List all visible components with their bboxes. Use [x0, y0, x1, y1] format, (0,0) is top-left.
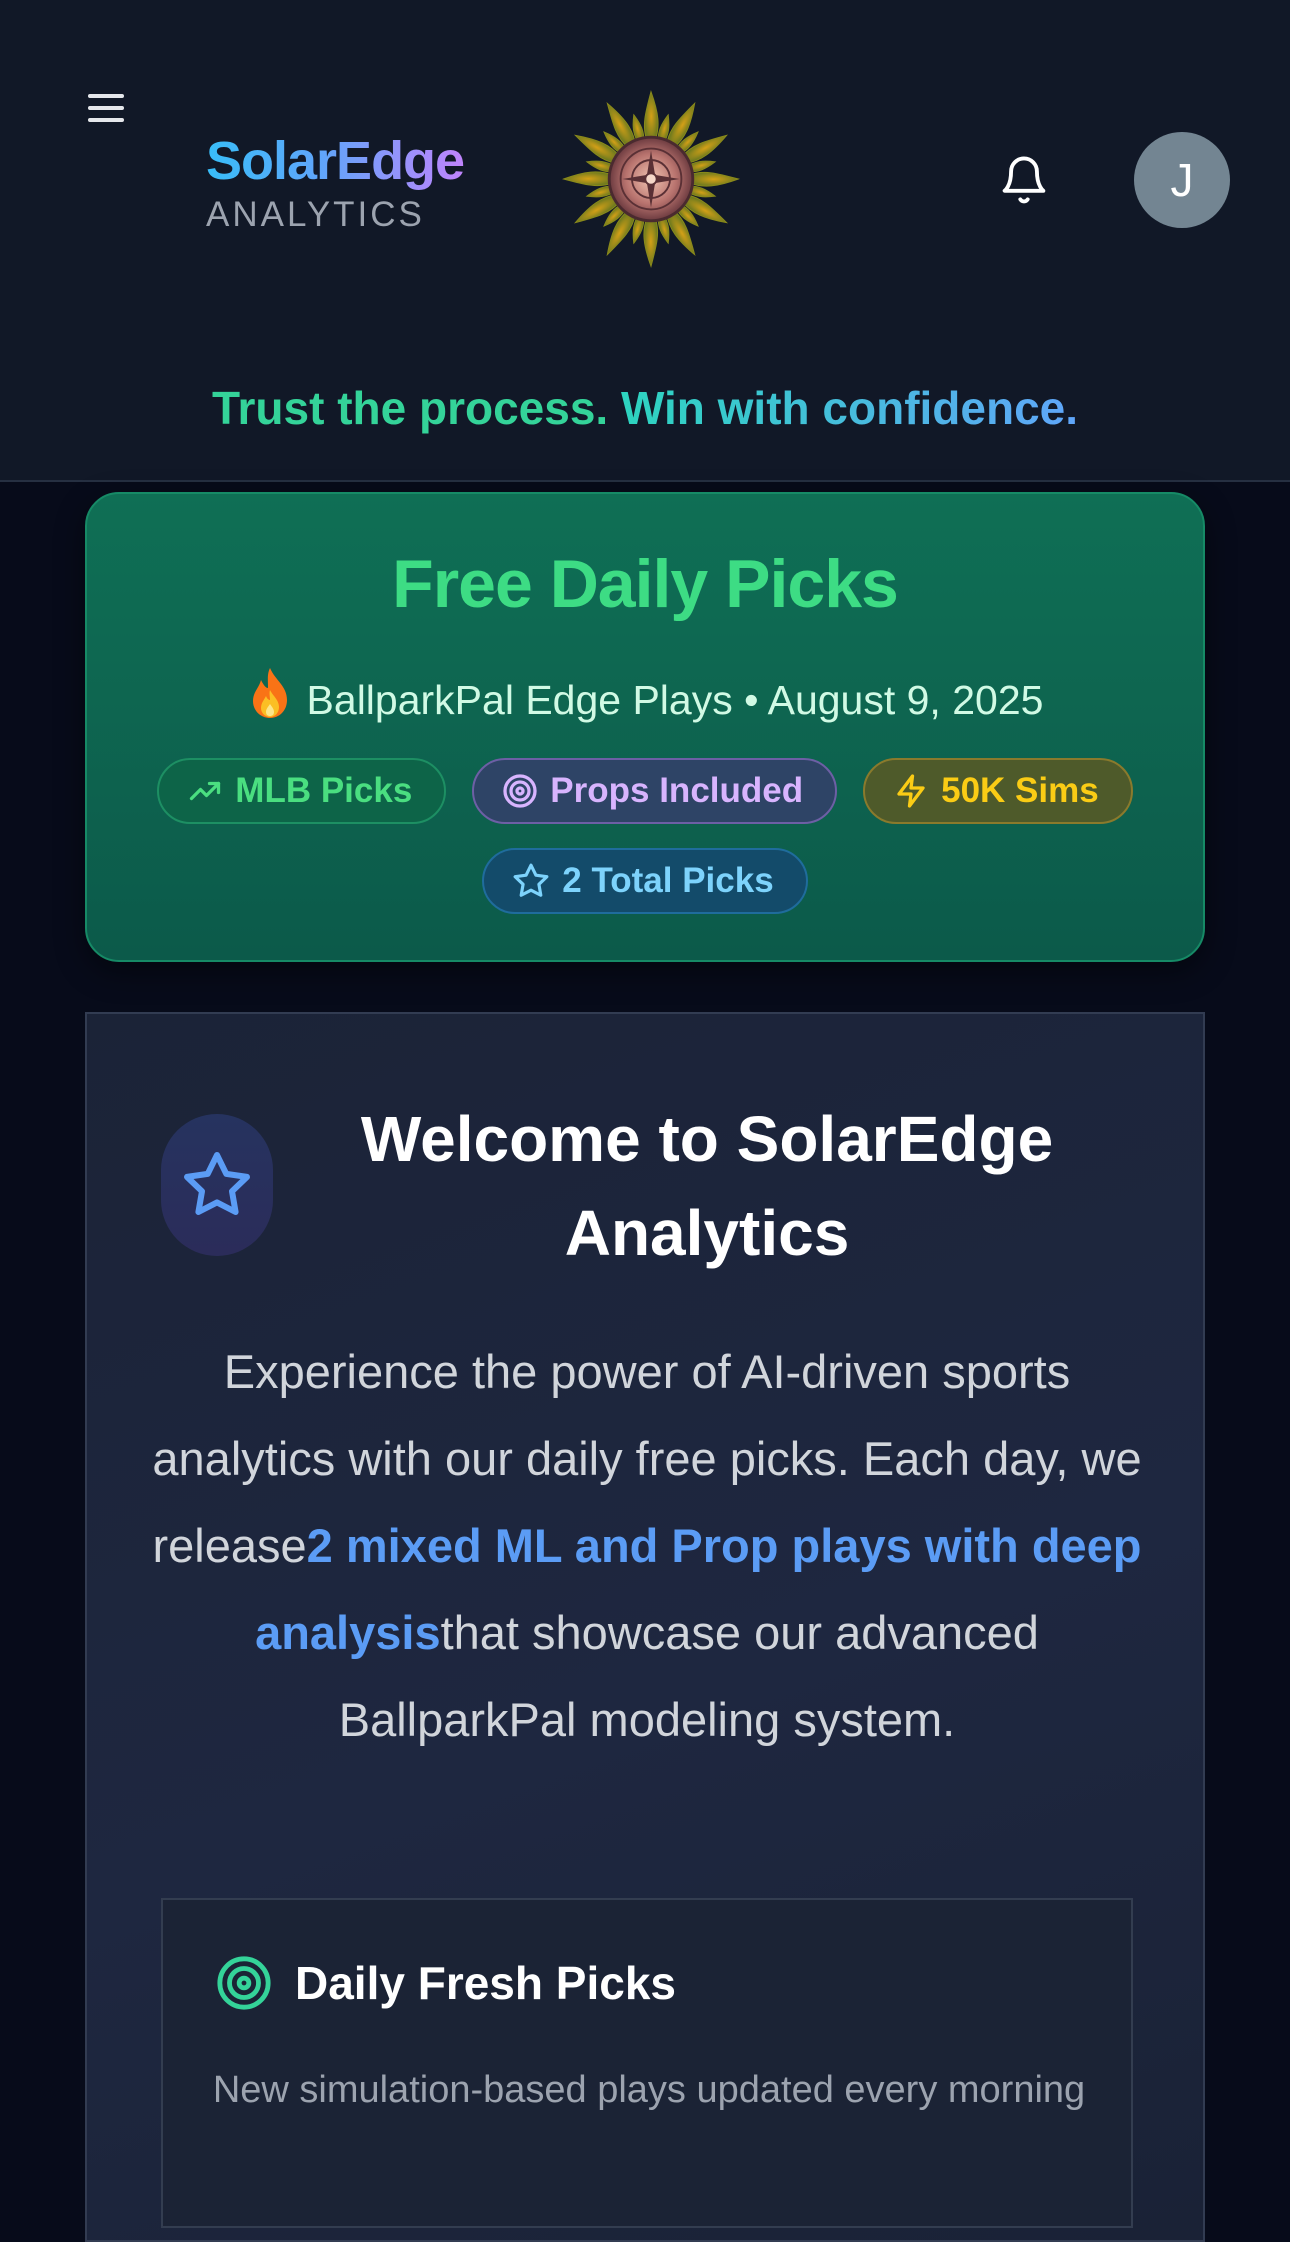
tagline-part1: Trust the process.: [211, 382, 609, 434]
tagline: Trust the process. Win with confidence.: [0, 378, 1290, 438]
badge-total-picks[interactable]: 2 Total Picks: [482, 848, 808, 914]
brand-logo-text[interactable]: SolarEdge ANALYTICS: [206, 130, 465, 236]
feature-daily-fresh-picks: Daily Fresh Picks New simulation-based p…: [161, 1898, 1133, 2228]
badge-50k-sims[interactable]: 50K Sims: [863, 758, 1133, 824]
brand-name: SolarEdge: [206, 131, 465, 191]
badge-label: 2 Total Picks: [562, 861, 774, 900]
fire-icon: [252, 668, 287, 718]
picks-subtitle-row: BallparkPal Edge Plays • August 9, 2025: [87, 666, 1203, 726]
badge-row: MLB Picks Props Included 50K Sims: [87, 758, 1203, 824]
picks-title: Free Daily Picks: [392, 546, 899, 622]
welcome-body: Experience the power of AI-driven sports…: [147, 1328, 1147, 1763]
bell-icon: [1002, 156, 1046, 204]
app-header: SolarEdge ANALYTICS J Trust the process.…: [0, 0, 1290, 482]
badge-label: MLB Picks: [235, 771, 413, 810]
user-avatar[interactable]: J: [1134, 132, 1230, 228]
trending-up-icon: [190, 781, 221, 801]
feature-title: Daily Fresh Picks: [295, 1957, 676, 2009]
brand-subtitle: ANALYTICS: [206, 195, 425, 234]
lightning-icon: [897, 774, 925, 808]
badge-row: 2 Total Picks: [87, 848, 1203, 914]
badge-label: Props Included: [550, 771, 804, 810]
badge-label: 50K Sims: [941, 771, 1099, 810]
welcome-title: Welcome to SolarEdge Analytics: [360, 1103, 1054, 1269]
welcome-card: Welcome to SolarEdge Analytics Experienc…: [85, 1012, 1205, 2242]
tagline-part2: Win with confidence.: [620, 382, 1079, 434]
sun-logo: [562, 90, 740, 268]
notifications-button[interactable]: [998, 152, 1050, 210]
welcome-star-badge: [161, 1114, 273, 1256]
feature-header: Daily Fresh Picks: [215, 1954, 676, 2012]
picks-subtitle: BallparkPal Edge Plays • August 9, 2025: [306, 677, 1044, 723]
welcome-body-end: that showcase our advanced BallparkPal m…: [338, 1606, 1039, 1746]
feature-description: New simulation-based plays updated every…: [212, 2069, 1086, 2111]
menu-icon: [88, 94, 124, 122]
menu-button[interactable]: [84, 88, 132, 130]
target-icon: [217, 1956, 271, 2010]
free-daily-picks-card: Free Daily Picks BallparkPal Edge Plays …: [85, 492, 1205, 962]
target-icon: [503, 774, 537, 808]
star-icon: [184, 1152, 250, 1215]
star-icon: [513, 863, 549, 897]
badge-props-included[interactable]: Props Included: [472, 758, 838, 824]
badge-mlb-picks[interactable]: MLB Picks: [157, 758, 447, 824]
